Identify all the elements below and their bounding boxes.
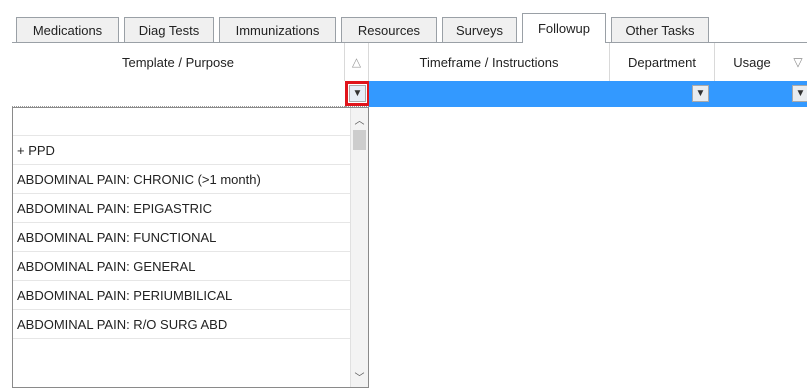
sort-triangle-icon: △ [351, 55, 362, 69]
template-combo-field[interactable] [12, 81, 345, 107]
tab-medications[interactable]: Medications [16, 17, 119, 42]
chevron-down-icon: ﹀ [354, 372, 365, 384]
chevron-down-icon: ▼ [795, 88, 806, 99]
template-dropdown-button[interactable]: ▼ [345, 81, 370, 106]
list-item[interactable] [13, 108, 368, 136]
usage-dropdown-button[interactable]: ▼ [792, 85, 807, 102]
list-item[interactable]: + PPD [13, 136, 368, 165]
timeframe-field[interactable] [369, 81, 610, 107]
template-dropdown-list[interactable]: + PPD ABDOMINAL PAIN: CHRONIC (>1 month)… [12, 107, 369, 388]
dropdown-scrollbar[interactable]: ︿ ﹀ [350, 108, 368, 387]
sort-indicator[interactable]: △ [345, 43, 369, 81]
filter-icon: ▽ [793, 55, 803, 69]
column-header-department[interactable]: Department [610, 43, 715, 81]
column-header-template[interactable]: Template / Purpose [12, 43, 345, 81]
column-header-usage-label: Usage [733, 54, 771, 70]
tab-diag-tests[interactable]: Diag Tests [124, 17, 214, 42]
list-item[interactable]: ABDOMINAL PAIN: PERIUMBILICAL [13, 281, 368, 310]
tab-surveys[interactable]: Surveys [442, 17, 517, 42]
scroll-thumb[interactable] [353, 130, 366, 150]
tab-followup[interactable]: Followup [522, 13, 606, 43]
chevron-down-icon: ▼ [352, 88, 363, 99]
tab-immunizations[interactable]: Immunizations [219, 17, 336, 42]
tab-strip: Medications Diag Tests Immunizations Res… [0, 0, 807, 44]
scroll-down-button[interactable]: ﹀ [351, 367, 368, 385]
column-filter[interactable]: ▽ [789, 43, 807, 81]
list-item[interactable]: ABDOMINAL PAIN: EPIGASTRIC [13, 194, 368, 223]
list-item[interactable]: ABDOMINAL PAIN: CHRONIC (>1 month) [13, 165, 368, 194]
department-dropdown-button[interactable]: ▼ [692, 85, 709, 102]
followup-grid: Template / Purpose △ Timeframe / Instruc… [12, 43, 807, 388]
chevron-up-icon: ︿ [354, 115, 365, 127]
new-entry-row: ▼ ▼ ▼ [12, 81, 807, 107]
column-header-template-label: Template / Purpose [121, 54, 234, 70]
column-header-usage[interactable]: Usage [715, 43, 789, 81]
column-header-timeframe[interactable]: Timeframe / Instructions [369, 43, 610, 81]
list-item[interactable]: ABDOMINAL PAIN: R/O SURG ABD [13, 310, 368, 339]
chevron-down-icon: ▼ [695, 88, 706, 99]
scroll-up-button[interactable]: ︿ [351, 110, 368, 128]
column-header-timeframe-label: Timeframe / Instructions [419, 54, 559, 70]
list-item[interactable]: ABDOMINAL PAIN: FUNCTIONAL [13, 223, 368, 252]
column-header-department-label: Department [628, 54, 696, 70]
tab-other-tasks[interactable]: Other Tasks [611, 17, 709, 42]
grid-header-row: Template / Purpose △ Timeframe / Instruc… [12, 43, 807, 82]
list-item[interactable]: ABDOMINAL PAIN: GENERAL [13, 252, 368, 281]
tab-resources[interactable]: Resources [341, 17, 437, 42]
